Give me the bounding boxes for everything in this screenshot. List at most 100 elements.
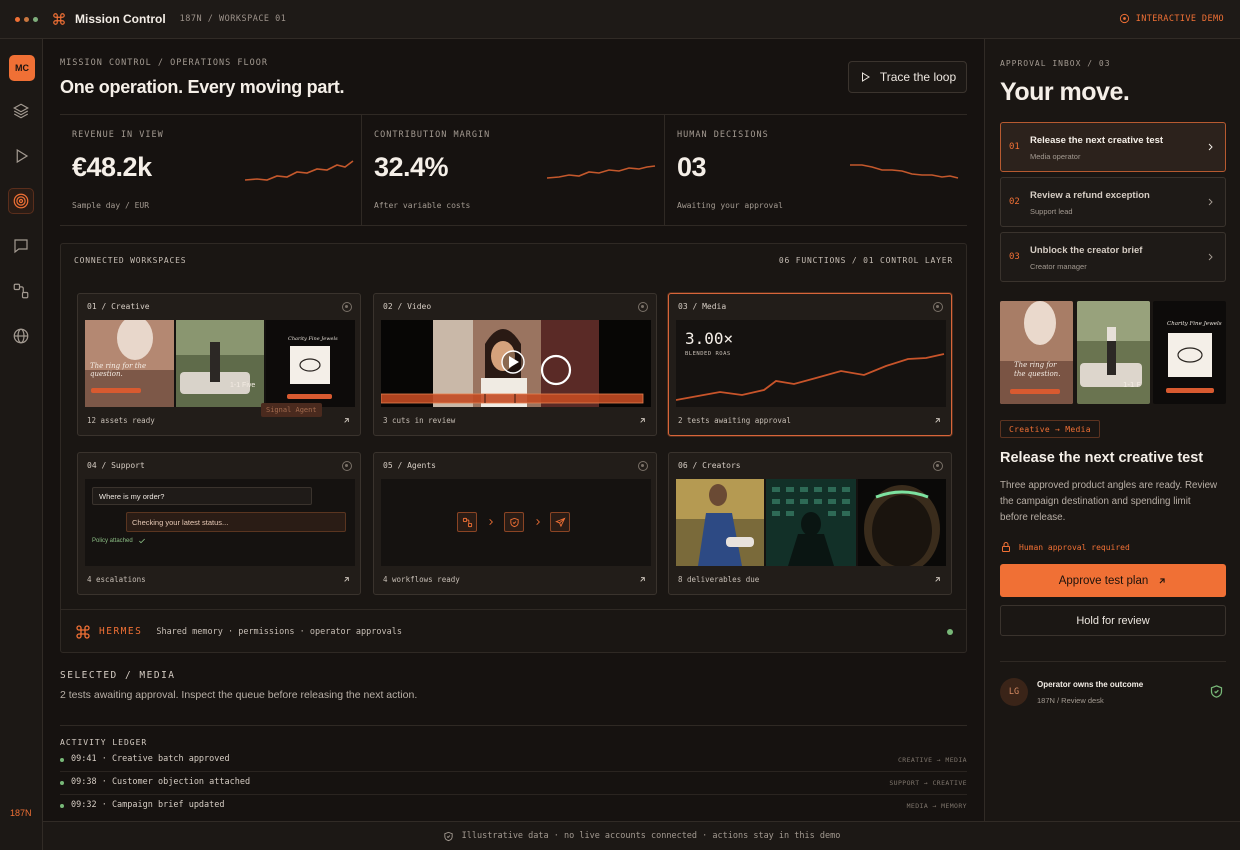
roas-trend-line [676, 353, 945, 401]
window-dot-zoom[interactable] [33, 16, 38, 22]
arrow-up-right-icon[interactable] [638, 416, 647, 425]
svg-text:Charity Fine Jewels: Charity Fine Jewels [1167, 321, 1222, 327]
svg-text:1-1 F: 1-1 F [1123, 381, 1141, 389]
workflow-icon[interactable] [12, 282, 30, 300]
play-icon [861, 72, 870, 82]
card-footer: 8 deliverables due [678, 575, 760, 584]
globe-icon[interactable] [12, 327, 30, 345]
policy-status: Policy attached [92, 537, 146, 545]
creator-thumbnail-art [676, 479, 946, 566]
connected-workspaces-panel: CONNECTED WORKSPACES 06 FUNCTIONS / 01 C… [60, 243, 967, 653]
task-title: Review a refund exception [1030, 190, 1150, 201]
creative-preview-3[interactable]: Charity Fine Jewels [1153, 301, 1226, 404]
workspace-card-media[interactable]: 03 / Media 3.00× BLENDED ROAS 2 tests aw… [668, 293, 952, 436]
inbox-task-2[interactable]: 02 Review a refund exception Support lea… [1000, 177, 1226, 227]
workspace-card-creators[interactable]: 06 / Creators 8 deliverables due [668, 452, 952, 595]
check-icon [138, 538, 145, 544]
workspace-avatar[interactable]: MC [9, 55, 35, 81]
route-tag: Creative → Media [1000, 420, 1100, 438]
app-title: Mission Control [75, 12, 166, 26]
chat-icon[interactable] [12, 237, 30, 255]
metric-label: REVENUE IN VIEW [72, 130, 164, 140]
metric-value: 32.4% [374, 152, 449, 182]
creative-preview-1[interactable]: The ring for the question. [1000, 301, 1073, 404]
layers-icon[interactable] [12, 102, 30, 120]
workspace-label: 187N / WORKSPACE 01 [179, 14, 287, 24]
arrow-up-right-icon[interactable] [933, 416, 942, 425]
arrow-up-right-icon[interactable] [638, 575, 647, 584]
status-dot-icon [933, 302, 943, 312]
ledger-row: 09:41 · Creative batch approved CREATIVE… [60, 749, 967, 772]
workspace-card-agents[interactable]: 05 / Agents 4 workflows ready [373, 452, 657, 595]
task-number: 02 [1009, 197, 1020, 207]
agent-reply: Checking your latest status... [126, 512, 346, 532]
interactive-demo-badge: INTERACTIVE DEMO [1119, 13, 1224, 24]
task-owner: Support lead [1030, 207, 1073, 216]
shield-icon [504, 512, 524, 532]
ledger-tag: MEDIA → MEMORY [906, 802, 967, 810]
inbox-task-1[interactable]: 01 Release the next creative test Media … [1000, 122, 1226, 172]
arrow-up-right-icon[interactable] [933, 575, 942, 584]
svg-text:The ring for: The ring for [1014, 361, 1057, 369]
workspace-card-support[interactable]: 04 / Support Where is my order? Checking… [77, 452, 361, 595]
media-chart: 3.00× BLENDED ROAS [676, 320, 946, 407]
workspace-card-creative[interactable]: 01 / Creative The ring for the question.… [77, 293, 361, 436]
metric-subtext: After variable costs [374, 201, 471, 210]
hermes-description: Shared memory · permissions · operator a… [156, 626, 402, 637]
approve-test-plan-button[interactable]: Approve test plan [1000, 564, 1226, 597]
thumb-caption: The ring for the question. [90, 362, 147, 378]
metric-value: €48.2k [72, 152, 152, 182]
hold-for-review-button[interactable]: Hold for review [1000, 605, 1226, 636]
send-icon [550, 512, 570, 532]
svg-text:the question.: the question. [1014, 370, 1060, 378]
hermes-status-dot [947, 629, 953, 635]
hermes-name: HERMES [99, 626, 143, 637]
metric-subtext: Awaiting your approval [677, 201, 783, 210]
card-footer: 4 escalations [87, 575, 146, 584]
owner-title: Operator owns the outcome [1037, 680, 1144, 689]
owner-card: LG Operator owns the outcome 187N / Revi… [1000, 661, 1226, 716]
info-circle-icon [1119, 13, 1129, 24]
arrow-up-right-icon[interactable] [342, 416, 351, 425]
status-dot-icon [638, 461, 648, 471]
metric-decisions: HUMAN DECISIONS 03 Awaiting your approva… [665, 115, 967, 225]
workspace-card-video[interactable]: 02 / Video 3 cuts in review [373, 293, 657, 436]
window-dot-minimize[interactable] [24, 16, 29, 22]
creator-thumbnails [676, 479, 946, 566]
thumb-brand: Charity Fine Jewels [288, 336, 338, 342]
ledger-tag: SUPPORT → CREATIVE [889, 779, 967, 787]
inbox-label: APPROVAL INBOX / 03 [1000, 59, 1111, 68]
selected-label: SELECTED / MEDIA [60, 670, 176, 681]
task-owner: Media operator [1030, 152, 1081, 161]
ledger-text: 09:41 · Creative batch approved [71, 754, 230, 764]
chevron-right-icon [536, 519, 540, 525]
metric-margin: CONTRIBUTION MARGIN 32.4% After variable… [362, 115, 664, 225]
command-icon [52, 12, 66, 26]
chevron-right-icon [1208, 143, 1213, 151]
creative-preview-2[interactable]: 1-1 F [1077, 301, 1150, 404]
hermes-bar: HERMES Shared memory · permissions · ope… [61, 609, 966, 653]
ledger-tag: CREATIVE → MEDIA [897, 756, 967, 764]
customer-message: Where is my order? [92, 487, 312, 505]
task-owner: Creator manager [1030, 262, 1087, 271]
window-dot-close[interactable] [15, 16, 20, 22]
rail-footer-label: 187N [10, 808, 32, 818]
card-title: 05 / Agents [383, 461, 436, 470]
sparkline-decisions [850, 164, 959, 179]
arrow-up-right-icon[interactable] [342, 575, 351, 584]
window-controls [15, 16, 38, 22]
card-title: 04 / Support [87, 461, 145, 470]
target-icon[interactable] [12, 192, 30, 210]
requirement-text: Human approval required [1019, 542, 1130, 552]
breadcrumb: MISSION CONTROL / OPERATIONS FLOOR [60, 58, 268, 68]
metric-subtext: Sample day / EUR [72, 201, 150, 210]
top-bar: Mission Control 187N / WORKSPACE 01 INTE… [0, 0, 1240, 39]
card-title: 02 / Video [383, 302, 432, 311]
trace-loop-button[interactable]: Trace the loop [848, 61, 967, 93]
ledger-text: 09:32 · Campaign brief updated [71, 800, 225, 810]
inbox-task-3[interactable]: 03 Unblock the creator brief Creator man… [1000, 232, 1226, 282]
detail-description: Three approved product angles are ready.… [1000, 480, 1218, 523]
play-icon[interactable] [12, 147, 30, 165]
panel-title: CONNECTED WORKSPACES [74, 256, 187, 265]
activity-ledger: ACTIVITY LEDGER 09:41 · Creative batch a… [60, 725, 967, 810]
